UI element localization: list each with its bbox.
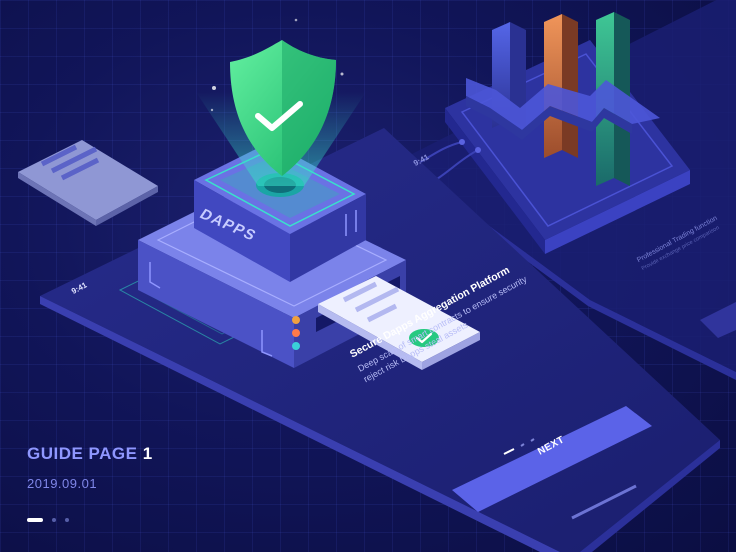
- page-indicator[interactable]: [27, 518, 69, 522]
- page-dot-1[interactable]: [27, 518, 43, 522]
- page-dot-3[interactable]: [65, 518, 69, 522]
- guide-caption: GUIDE PAGE 1 2019.09.01: [27, 444, 153, 491]
- guide-title: GUIDE PAGE 1: [27, 444, 153, 464]
- page-dot-2[interactable]: [52, 518, 56, 522]
- guide-title-prefix: GUIDE PAGE: [27, 444, 138, 463]
- guide-date: 2019.09.01: [27, 476, 98, 491]
- document-card: [18, 140, 158, 226]
- guide-title-number: 1: [142, 444, 153, 463]
